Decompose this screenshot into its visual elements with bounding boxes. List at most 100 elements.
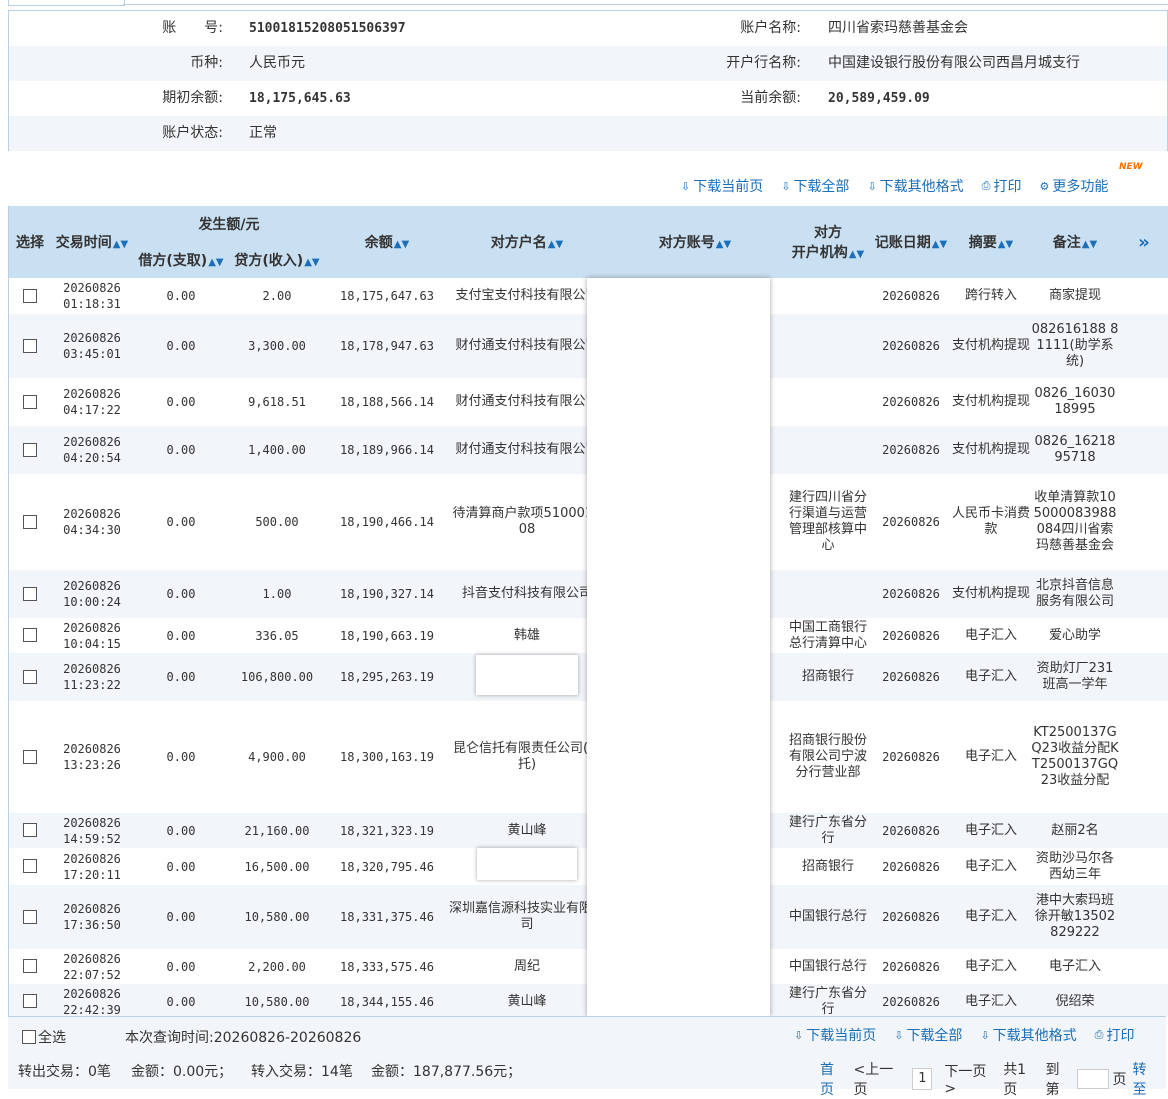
- spacer-cell: [1119, 848, 1168, 885]
- row-checkbox[interactable]: [23, 749, 37, 764]
- incoming-amount: 金额：187,877.56元；: [371, 1064, 522, 1080]
- remark-cell: 0826_1603018995: [1031, 378, 1119, 426]
- download-current-page-button-bottom[interactable]: ⇩ 下载当前页: [794, 1025, 876, 1045]
- trade-time: 01:18:31: [63, 297, 121, 311]
- spacer-cell: [1119, 378, 1168, 426]
- row-checkbox[interactable]: [23, 669, 37, 684]
- info-row-1: 账 号: 51001815208051506397 账户名称: 四川省索玛慈善基…: [9, 11, 1167, 46]
- download-other-format-button-bottom[interactable]: ⇩ 下载其他格式: [980, 1025, 1076, 1045]
- trade-date: 20260826: [63, 331, 121, 345]
- remark-cell: 爱心助学: [1031, 618, 1119, 653]
- row-checkbox[interactable]: [23, 628, 37, 642]
- header-counterparty-bank[interactable]: 对方 开户机构▲▼: [785, 206, 871, 278]
- next-page-link[interactable]: 下一页>: [944, 1061, 997, 1097]
- trade-time: 10:04:15: [63, 636, 121, 651]
- row-checkbox[interactable]: [23, 994, 37, 1008]
- expand-columns-button[interactable]: »: [1119, 206, 1168, 278]
- credit-cell: 336.05: [229, 618, 325, 653]
- print-button[interactable]: ⎙ 打印: [982, 176, 1022, 196]
- sort-icon: ▲▼: [547, 239, 564, 250]
- account-status-label: 账户状态:: [162, 125, 223, 141]
- row-select-cell: [9, 474, 51, 570]
- debit-cell: 0.00: [133, 848, 229, 885]
- header-counterparty-name[interactable]: 对方户名▲▼: [449, 206, 605, 278]
- incoming-count: 转入交易：14笔: [251, 1064, 353, 1080]
- current-page-number: 1: [912, 1068, 933, 1090]
- header-debit[interactable]: 借方(支取)▲▼: [133, 242, 229, 278]
- remark-cell: 收单清算款105000083988084四川省索玛慈善基金会: [1031, 474, 1119, 570]
- balance-cell: 18,190,327.14: [325, 570, 449, 618]
- credit-cell: 2.00: [229, 278, 325, 314]
- trade-time: 17:36:50: [63, 918, 121, 932]
- trade-time-cell: 20260826 04:34:30: [51, 474, 133, 570]
- select-all-checkbox[interactable]: 全选: [22, 1027, 66, 1047]
- goto-page-button[interactable]: 转至: [1133, 1059, 1161, 1099]
- counterparty-bank-cell: 建行广东省分行: [785, 813, 871, 848]
- trade-time-cell: 20260826 10:00:24: [51, 570, 133, 618]
- counterparty-name-cell: 黄山峰: [449, 984, 605, 1016]
- counterparty-bank-cell: 中国银行总行: [785, 885, 871, 949]
- counterparty-bank-cell: 建行广东省分行: [785, 984, 871, 1016]
- header-balance[interactable]: 余额▲▼: [325, 206, 449, 278]
- row-checkbox[interactable]: [23, 909, 37, 924]
- outgoing-amount: 金额：0.00元；: [131, 1064, 233, 1080]
- spacer-cell: [1119, 618, 1168, 653]
- header-amount-group: 发生额/元: [133, 206, 325, 242]
- first-page-link[interactable]: 首页: [820, 1059, 848, 1099]
- trade-date: 20260826: [63, 435, 121, 449]
- remark-cell: KT2500137GQ23收益分配KT2500137GQ23收益分配: [1031, 701, 1119, 813]
- row-checkbox[interactable]: [23, 442, 37, 457]
- trade-time-cell: 20260826 01:18:31: [51, 278, 133, 314]
- counterparty-name-cell: 周纪: [449, 949, 605, 984]
- summary-cell: 电子汇入: [951, 653, 1031, 701]
- trade-date: 20260826: [63, 986, 121, 1001]
- row-checkbox[interactable]: [23, 823, 37, 837]
- debit-cell: 0.00: [133, 278, 229, 314]
- goto-label: 到第: [1045, 1062, 1060, 1098]
- trade-time-cell: 20260826 22:07:52: [51, 949, 133, 984]
- counterparty-bank-cell: [785, 278, 871, 314]
- header-credit[interactable]: 贷方(收入)▲▼: [229, 242, 325, 278]
- sort-icon: ▲▼: [715, 239, 732, 250]
- print-button-bottom[interactable]: ⎙ 打印: [1095, 1025, 1135, 1045]
- more-functions-button[interactable]: ⚙ 更多功能: [1039, 176, 1108, 196]
- download-other-format-button[interactable]: ⇩ 下载其他格式: [867, 176, 963, 196]
- row-checkbox[interactable]: [23, 959, 37, 973]
- header-summary[interactable]: 摘要▲▼: [951, 206, 1031, 278]
- spacer-cell: [1119, 474, 1168, 570]
- post-date-cell: 20260826: [871, 314, 951, 378]
- query-time: 本次查询时间:20260826-20260826: [125, 1030, 362, 1046]
- trade-time-cell: 20260826 10:04:15: [51, 618, 133, 653]
- checkbox[interactable]: [22, 1030, 36, 1044]
- post-date-cell: 20260826: [871, 885, 951, 949]
- download-all-button-bottom[interactable]: ⇩ 下载全部: [894, 1025, 962, 1045]
- active-tab[interactable]: [8, 0, 125, 6]
- header-remark[interactable]: 备注▲▼: [1031, 206, 1119, 278]
- summary-cell: 电子汇入: [951, 618, 1031, 653]
- header-trade-time[interactable]: 交易时间▲▼: [51, 206, 133, 278]
- row-checkbox[interactable]: [23, 859, 37, 873]
- row-checkbox[interactable]: [23, 586, 37, 601]
- page-unit-label: 页: [1112, 1072, 1127, 1088]
- remark-cell: 资助灯厂231班高一学年: [1031, 653, 1119, 701]
- debit-cell: 0.00: [133, 474, 229, 570]
- credit-cell: 1.00: [229, 570, 325, 618]
- header-post-date[interactable]: 记账日期▲▼: [871, 206, 951, 278]
- balance-cell: 18,344,155.46: [325, 984, 449, 1016]
- current-balance-label: 当前余额:: [740, 90, 801, 106]
- row-checkbox[interactable]: [23, 394, 37, 409]
- download-all-button[interactable]: ⇩ 下载全部: [781, 176, 849, 196]
- counterparty-name-cell: 支付宝支付科技有限公司: [449, 278, 605, 314]
- printer-icon: ⎙: [1094, 1028, 1104, 1041]
- header-counterparty-account[interactable]: 对方账号▲▼: [605, 206, 785, 278]
- credit-cell: 2,200.00: [229, 949, 325, 984]
- goto-page-input[interactable]: [1077, 1069, 1109, 1089]
- row-checkbox[interactable]: [23, 338, 37, 353]
- trade-date: 20260826: [63, 620, 121, 635]
- row-checkbox[interactable]: [23, 514, 37, 529]
- row-select-cell: [9, 701, 51, 813]
- download-current-page-button[interactable]: ⇩ 下载当前页: [681, 176, 763, 196]
- trade-time: 13:23:26: [63, 758, 121, 772]
- row-checkbox[interactable]: [23, 288, 37, 303]
- prev-page-link[interactable]: <上一页: [854, 1059, 907, 1099]
